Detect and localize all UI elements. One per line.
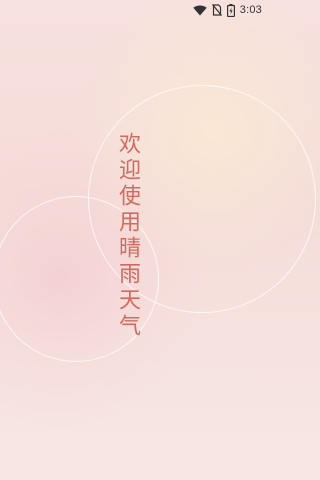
welcome-text: 欢迎使用晴雨天气 <box>115 132 140 340</box>
status-icons: 3:03 <box>193 3 262 17</box>
no-sim-icon <box>211 4 222 16</box>
wifi-icon <box>193 4 207 16</box>
status-bar: 3:03 <box>0 0 270 20</box>
status-time: 3:03 <box>239 4 262 16</box>
battery-charging-icon <box>226 3 235 17</box>
